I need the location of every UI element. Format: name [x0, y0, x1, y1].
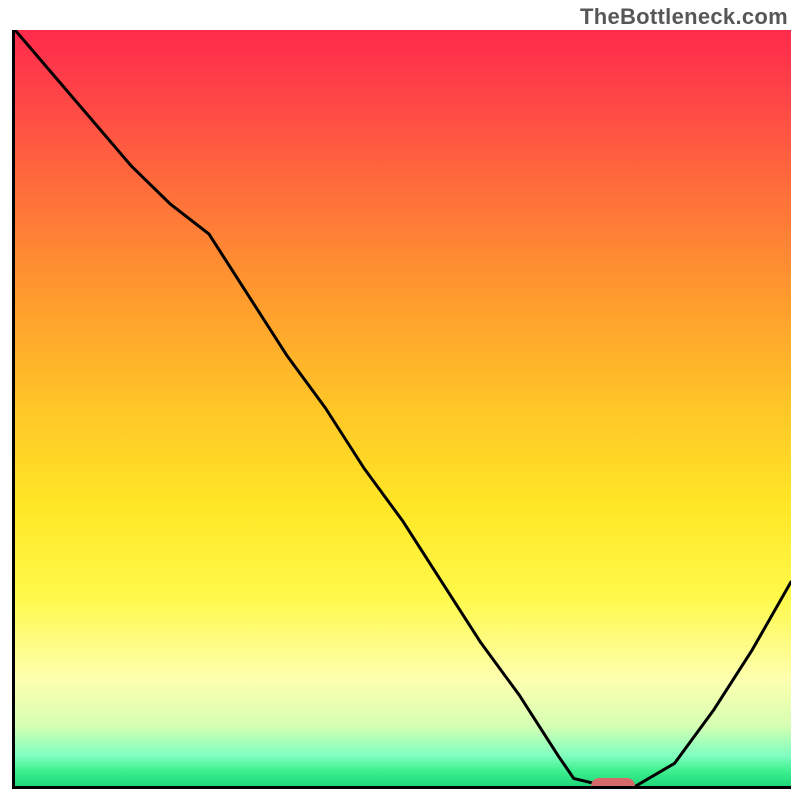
watermark-text: TheBottleneck.com	[580, 4, 788, 30]
optimal-marker	[591, 778, 635, 789]
plot-area	[12, 30, 791, 789]
bottleneck-curve	[15, 30, 791, 786]
chart-container: TheBottleneck.com	[0, 0, 800, 800]
